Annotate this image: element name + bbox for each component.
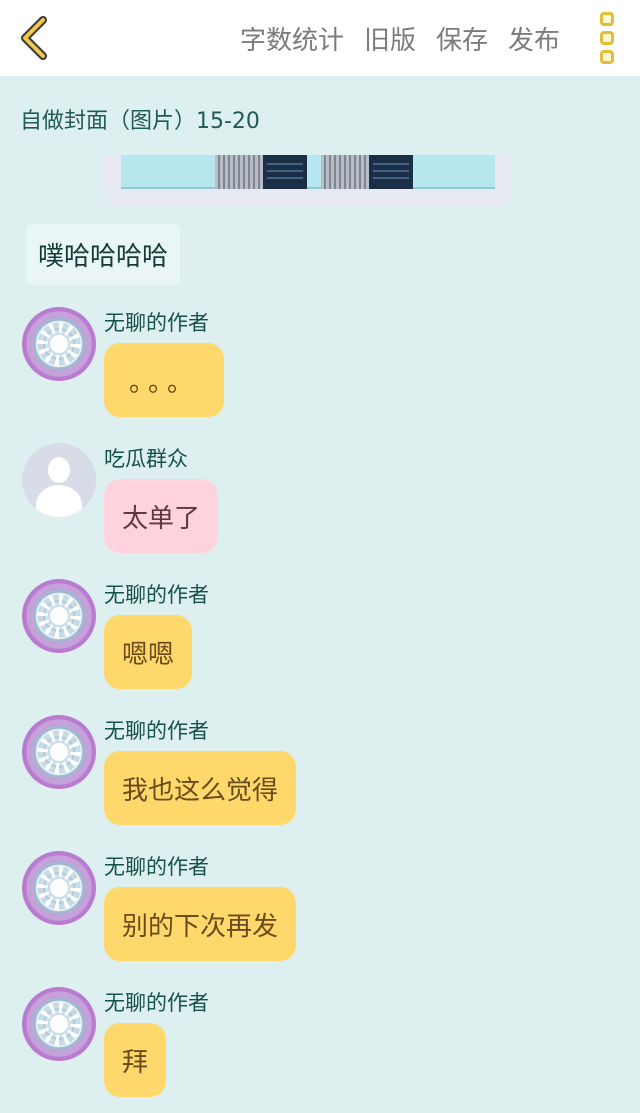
save-button[interactable]: 保存 — [436, 20, 488, 57]
cover-image — [121, 155, 495, 189]
message-author: 无聊的作者 — [104, 855, 209, 879]
author-avatar[interactable] — [22, 715, 96, 789]
old-version-button[interactable]: 旧版 — [364, 20, 416, 57]
reader-avatar[interactable] — [22, 443, 96, 517]
message-author: 无聊的作者 — [104, 719, 209, 743]
top-toolbar: 字数统计 旧版 保存 发布 — [0, 0, 640, 76]
message-bubble[interactable]: 嗯嗯 — [104, 615, 193, 689]
chevron-left-icon — [21, 16, 47, 60]
message-author: 无聊的作者 — [104, 991, 209, 1015]
back-button[interactable] — [12, 14, 56, 62]
more-vertical-icon — [600, 12, 614, 26]
message-bubble[interactable]: 太单了 — [104, 479, 219, 553]
message-author: 无聊的作者 — [104, 311, 209, 335]
message-bubble[interactable]: 我也这么觉得 — [104, 751, 297, 825]
message-bubble[interactable]: 拜 — [104, 1023, 167, 1097]
message-bubble[interactable]: 别的下次再发 — [104, 887, 297, 961]
author-avatar[interactable] — [22, 987, 96, 1061]
author-avatar[interactable] — [22, 307, 96, 381]
message-author: 无聊的作者 — [104, 583, 209, 607]
publish-button[interactable]: 发布 — [508, 20, 560, 57]
message-bubble[interactable]: 。。。 — [104, 343, 224, 417]
message-author: 吃瓜群众 — [104, 447, 188, 471]
cover-image-card[interactable] — [104, 155, 512, 206]
narration-text[interactable]: 噗哈哈哈哈 — [26, 224, 181, 285]
more-options-button[interactable] — [592, 12, 622, 64]
section-title: 自做封面（图片）15-20 — [20, 109, 260, 134]
word-count-button[interactable]: 字数统计 — [240, 20, 344, 57]
author-avatar[interactable] — [22, 579, 96, 653]
author-avatar[interactable] — [22, 851, 96, 925]
